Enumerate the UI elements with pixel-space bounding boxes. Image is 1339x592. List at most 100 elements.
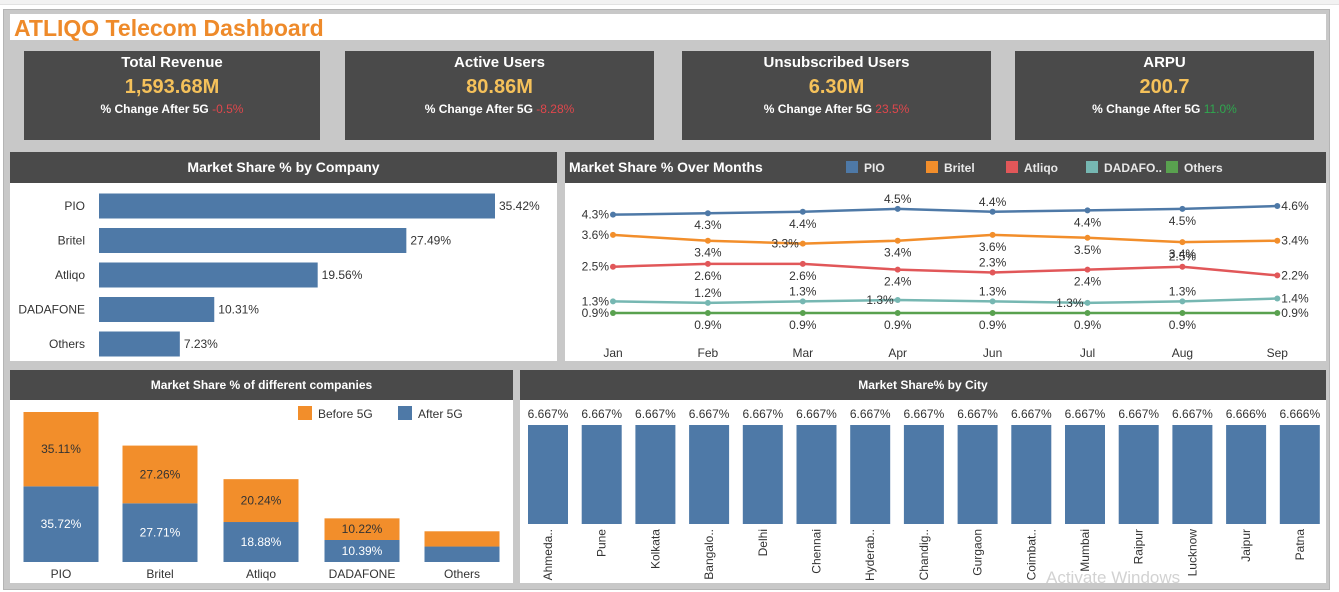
city-bar: [1065, 425, 1105, 524]
point-label: 4.4%: [979, 195, 1007, 209]
series-point: [894, 266, 901, 273]
before-after-chart: 35.72% 35.11% PIO 27.71% 27.26% Britel 18.88% 2…: [23, 406, 500, 581]
kpi-change-label: % Change After 5G: [763, 102, 872, 116]
kpi-change-value: -8.28%: [536, 102, 575, 116]
city-bar: [1118, 425, 1159, 524]
bar-category-label: DADAFONE: [18, 303, 85, 317]
kpi-card-active-users[interactable]: Active Users 80.86M % Change After 5G -8…: [345, 51, 654, 140]
city-category-label: Delhi: [756, 529, 770, 556]
kpi-title: ARPU: [1143, 54, 1186, 71]
point-label: 4.4%: [789, 217, 817, 231]
months-share-header: Market Share % Over Months PIO Britel Atli…: [565, 152, 1326, 183]
city-value-label: 6.666%: [1279, 407, 1320, 421]
city-category-label: Raipur: [1132, 529, 1146, 564]
point-label: 1.3%: [1056, 296, 1084, 310]
point-label: 1.2%: [694, 286, 722, 300]
city-bar: [581, 425, 622, 524]
legend-swatch-before: [298, 406, 312, 420]
city-category-label: Hyderab..: [863, 529, 877, 581]
bar-value-label: 19.56%: [322, 268, 363, 282]
point-label: 1.4%: [1281, 292, 1309, 306]
kpi-card-arpu[interactable]: ARPU 200.7 % Change After 5G 11.0%: [1015, 51, 1314, 140]
legend-label: Britel: [944, 161, 975, 175]
x-tick-label: Jul: [1080, 346, 1095, 360]
kpi-title: Active Users: [454, 54, 545, 71]
bar-category-label: PIO: [64, 199, 85, 213]
city-category-label: Ahmeda..: [541, 529, 555, 580]
bar-value-label: 27.49%: [410, 234, 451, 248]
company-bar: [99, 193, 495, 219]
series-point: [799, 260, 806, 267]
point-label: 3.6%: [979, 240, 1007, 254]
x-tick-label: Sep: [1267, 346, 1289, 360]
series-point: [704, 299, 711, 306]
series-point: [1274, 295, 1281, 302]
kpi-card-unsubscribed-users[interactable]: Unsubscribed Users 6.30M % Change After …: [682, 51, 991, 140]
city-share-title: Market Share% by City: [520, 370, 1326, 400]
legend-label-before: Before 5G: [318, 407, 373, 421]
city-bar: [1011, 425, 1052, 524]
series-point: [799, 240, 806, 247]
city-category-label: Jaipur: [1239, 529, 1253, 562]
point-label: 2.3%: [979, 256, 1007, 270]
months-legend[interactable]: PIO Britel Atliqo DADAFO.. Others: [840, 152, 1260, 183]
series-line: [612, 233, 1278, 245]
city-bar: [689, 425, 730, 524]
city-category-label: Patna: [1293, 529, 1307, 561]
kpi-title: Total Revenue: [121, 54, 223, 71]
kpi-change-label: % Change After 5G: [1092, 102, 1201, 116]
city-category-label: Coimbat..: [1024, 529, 1038, 580]
series-point: [1274, 272, 1281, 279]
series-point: [1179, 310, 1186, 316]
city-value-label: 6.667%: [1118, 407, 1159, 421]
kpi-change: % Change After 5G -8.28%: [345, 102, 654, 116]
category-label: Others: [444, 567, 480, 581]
city-category-label: Chandig..: [917, 529, 931, 580]
city-value-label: 6.667%: [796, 407, 837, 421]
point-label: 1.3%: [979, 284, 1007, 298]
before-5g-label: 10.22%: [342, 522, 383, 536]
before-after-panel: Market Share % of different companies 35…: [10, 370, 513, 583]
dashboard-title: ATLIQO Telecom Dashboard: [14, 15, 324, 41]
watermark-text: Activate Windows: [1046, 568, 1181, 587]
city-category-label: Chennai: [810, 529, 824, 574]
company-bar: [99, 262, 318, 288]
point-label: 0.9%: [582, 306, 610, 320]
top-strip: [0, 0, 1339, 5]
city-category-label: Mumbai: [1078, 529, 1092, 572]
series-point: [894, 296, 901, 303]
series-point: [894, 310, 901, 316]
series-point: [1084, 234, 1091, 241]
series-point: [610, 231, 616, 238]
months-share-panel: Market Share % Over Months PIO Britel Atli…: [565, 152, 1326, 361]
point-label: 3.6%: [582, 228, 610, 242]
kpi-change-value: 23.5%: [875, 102, 910, 116]
point-label: 0.9%: [884, 318, 912, 332]
series-point: [1274, 310, 1281, 316]
city-bar: [903, 425, 944, 524]
x-tick-label: Jan: [603, 346, 622, 360]
city-value-label: 6.667%: [904, 407, 945, 421]
series-point: [894, 237, 901, 244]
city-bar: [635, 425, 676, 524]
series-point: [799, 208, 806, 215]
city-bar: [1172, 425, 1213, 524]
kpi-card-total-revenue[interactable]: Total Revenue 1,593.68M % Change After 5…: [24, 51, 320, 140]
city-bar: [796, 425, 837, 524]
point-label: 0.9%: [694, 318, 722, 332]
series-point: [1274, 237, 1281, 244]
city-value-label: 6.667%: [1065, 407, 1106, 421]
point-label: 0.9%: [1169, 318, 1197, 332]
point-label: 1.3%: [866, 293, 894, 307]
point-label: 3.4%: [694, 246, 722, 260]
city-value-label: 6.667%: [1172, 407, 1213, 421]
kpi-value: 80.86M: [466, 76, 533, 98]
kpi-change-label: % Change After 5G: [100, 102, 209, 116]
category-label: PIO: [51, 567, 72, 581]
series-point: [1084, 299, 1091, 306]
series-point: [1179, 263, 1186, 270]
series-point: [799, 310, 806, 316]
after-5g-label: 35.72%: [41, 517, 82, 531]
company-share-panel: Market Share % by Company PIO 35.42% Brite…: [10, 152, 557, 361]
bar-value-label: 7.23%: [184, 337, 218, 351]
